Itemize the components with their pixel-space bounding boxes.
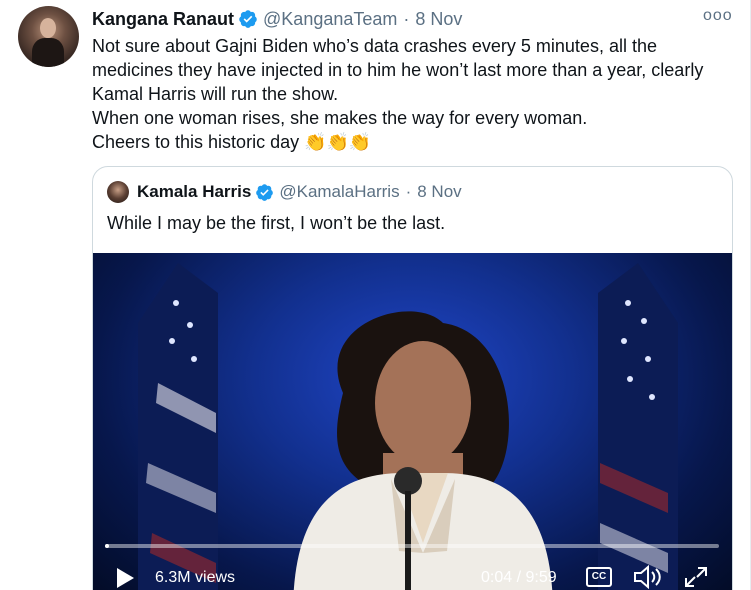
- separator-dot: ·: [405, 182, 412, 201]
- author-handle[interactable]: @KanganaTeam: [263, 9, 397, 30]
- flag-image: [598, 263, 678, 590]
- video-progress-fill: [105, 544, 110, 548]
- separator-dot: ·: [403, 8, 410, 29]
- tweet-text-line: When one woman rises, she makes the way …: [92, 108, 588, 128]
- quoted-tweet[interactable]: Kamala Harris @KamalaHarris · 8 Nov Whil…: [92, 166, 733, 590]
- tweet-text-line: Not sure about Gajni Biden who’s data cr…: [92, 36, 657, 56]
- tweet-text-line: Kamal Harris will run the show.: [92, 84, 339, 104]
- tweet-header: Kangana Ranaut @KanganaTeam · 8 Nov: [92, 8, 462, 30]
- quoted-author-name: Kamala Harris: [137, 182, 252, 201]
- closed-captions-icon[interactable]: CC: [586, 567, 612, 587]
- volume-icon[interactable]: [633, 565, 663, 589]
- flag-image: [138, 263, 218, 590]
- verified-badge-icon: [239, 10, 257, 28]
- video-player[interactable]: 6.3M views 0:04 / 9:59 CC: [93, 253, 732, 590]
- quoted-tweet-date: 8 Nov: [417, 182, 462, 201]
- tweet-text-line: medicines they have injected in to him h…: [92, 60, 704, 80]
- quoted-author-avatar: [107, 181, 129, 203]
- tweet[interactable]: Kangana Ranaut @KanganaTeam · 8 Nov ooo …: [0, 0, 751, 590]
- fullscreen-icon[interactable]: [683, 565, 709, 589]
- video-progress-bar[interactable]: [105, 544, 719, 548]
- quoted-tweet-header: Kamala Harris @KamalaHarris · 8 Nov: [107, 181, 462, 203]
- play-icon[interactable]: [115, 567, 135, 589]
- more-options-icon[interactable]: ooo: [703, 7, 732, 27]
- tweet-date[interactable]: 8 Nov: [415, 9, 462, 30]
- video-time: 0:04 / 9:59: [481, 569, 557, 586]
- quoted-author-handle: @KamalaHarris: [279, 182, 400, 201]
- author-avatar[interactable]: [18, 6, 79, 67]
- verified-badge-icon: [256, 183, 274, 201]
- video-controls: 6.3M views 0:04 / 9:59 CC: [93, 565, 732, 590]
- author-name[interactable]: Kangana Ranaut: [92, 9, 234, 30]
- view-count: 6.3M views: [155, 569, 236, 586]
- tweet-text: Not sure about Gajni Biden who’s data cr…: [92, 34, 732, 154]
- quoted-tweet-text: While I may be the first, I won’t be the…: [107, 213, 446, 233]
- tweet-text-line: Cheers to this historic day 👏👏👏: [92, 132, 372, 152]
